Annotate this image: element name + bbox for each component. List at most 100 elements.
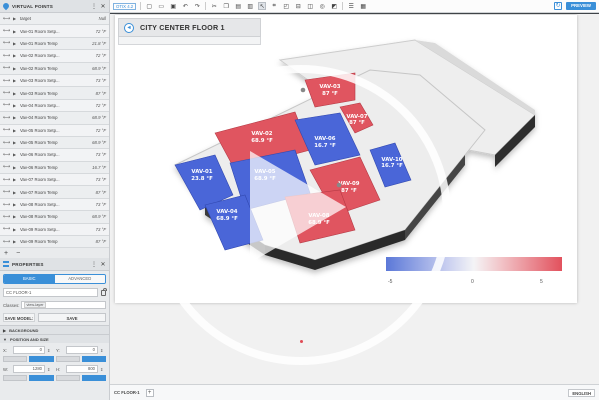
list-item[interactable]: ⟷ ▶ Vav-04 Room Setp... 72 °F — [0, 99, 109, 113]
tab-advanced[interactable]: ADVANCED — [54, 275, 105, 284]
list-item[interactable]: ⟷ ▶ Vav-03 Room Setp... 73 °F — [0, 74, 109, 88]
classes-field[interactable]: view-layer — [21, 301, 106, 310]
list-item[interactable]: ⟷ ▶ Vav-05 Room Setp... 72 °F — [0, 124, 109, 137]
h-input[interactable]: 800 — [66, 365, 98, 374]
expand-icon[interactable]: ▶ — [13, 128, 18, 133]
expand-icon[interactable]: ▶ — [13, 78, 18, 83]
close-icon[interactable]: ✕ — [100, 261, 106, 268]
list-item[interactable]: ⟷ ▶ Vav-04 Room Temp 68.9 °F — [0, 112, 109, 125]
list-item[interactable]: ⟷ ▶ Vav-01 Room Temp 21.8 °F — [0, 37, 109, 51]
language-select[interactable]: ENGLISH — [568, 388, 595, 397]
object-name-field[interactable]: CC FLOOR-1 — [3, 288, 98, 298]
expand-icon[interactable]: ▶ — [13, 202, 18, 207]
x-unit-px[interactable] — [3, 356, 28, 363]
floor-title-bar[interactable]: ◂ CITY CENTER FLOOR 1 — [118, 18, 261, 37]
expand-icon[interactable]: ▶ — [13, 53, 18, 58]
list-item[interactable]: ⟷ ▶ Vav-09 Room Temp 87 °F — [0, 236, 109, 249]
list-item[interactable]: ⟷ ▶ Vav-06 Room Temp 16.7 °F — [0, 161, 109, 175]
open-folder-icon[interactable]: ▭ — [157, 2, 165, 10]
list-item[interactable]: ⟷ ▶ Vav-03 Room Temp 87 °F — [0, 87, 109, 100]
canvas-workspace[interactable]: VAV-03 87 °F VAV-07 87 °F VAV-02 68.9 °F… — [110, 14, 599, 384]
undo-icon[interactable]: ↶ — [181, 2, 189, 10]
list-item[interactable]: ⟷ ▶ Vav-08 Room Temp 68.9 °F — [0, 211, 109, 224]
redo-icon[interactable]: ↷ — [193, 2, 201, 10]
expand-icon[interactable]: ▶ — [13, 29, 18, 34]
delete-icon[interactable]: ▥ — [246, 2, 254, 10]
scroll-indicator — [300, 340, 303, 343]
y-stepper-icon[interactable]: ⇕ — [100, 348, 105, 353]
expand-icon[interactable]: ▶ — [13, 103, 18, 108]
more-icon[interactable]: ⋮ — [91, 3, 97, 10]
y-unit-px[interactable] — [55, 356, 80, 363]
expand-icon[interactable]: ▶ — [13, 91, 18, 96]
expand-icon[interactable]: ▶ — [13, 177, 18, 182]
list-item[interactable]: ⟷ ▶ Vav-02 Room Setp... 72 °F — [0, 50, 109, 63]
background-section[interactable]: ▶ BACKGROUND — [0, 325, 109, 335]
expand-icon[interactable]: ▶ — [13, 66, 18, 71]
h-unit-px[interactable] — [55, 375, 80, 382]
list-item[interactable]: ⟷ ▶ Vav-02 Room Temp 68.9 °F — [0, 62, 109, 75]
select-tool-icon[interactable]: ↖ — [258, 2, 267, 10]
list-item[interactable]: ⟷ ▶ Vav-09 Room Setp... 73 °F — [0, 223, 109, 237]
expand-icon[interactable]: ▶ — [13, 140, 18, 145]
list-item[interactable]: ⟷ ▶ Vav-01 Room Setp... 72 °F — [0, 25, 109, 38]
list-item[interactable]: ⟷ ▶ Vav-06 Room Setp... 73 °F — [0, 149, 109, 162]
lock-icon[interactable] — [101, 287, 107, 296]
tab-basic[interactable]: BASIC — [4, 275, 55, 284]
add-floor-button[interactable]: + — [145, 388, 154, 397]
expand-icon[interactable]: ▶ — [13, 165, 18, 170]
h-stepper-icon[interactable]: ⇕ — [100, 367, 105, 372]
point-name: Vav-05 Room Setp... — [20, 127, 60, 133]
expand-icon[interactable]: ▶ — [13, 152, 18, 157]
x-stepper-icon[interactable]: ⇕ — [47, 348, 52, 353]
expand-icon[interactable]: ▶ — [13, 239, 18, 244]
h-unit-percent[interactable] — [81, 375, 106, 382]
expand-icon[interactable]: ▶ — [13, 227, 18, 232]
target-icon[interactable]: ◎ — [318, 2, 326, 10]
point-name: Vav-06 Room Setp... — [20, 152, 60, 158]
position-section[interactable]: ▼ POSITION AND SIZE — [0, 334, 109, 344]
copy-icon[interactable]: ❐ — [222, 2, 230, 10]
list-item[interactable]: ⟷ ▶ target Null — [0, 13, 109, 26]
expand-icon[interactable]: ▶ — [13, 41, 18, 46]
distribute-icon[interactable]: ⊟ — [294, 2, 302, 10]
cut-icon[interactable]: ✂ — [210, 2, 218, 10]
transform-icon[interactable]: ◰ — [282, 2, 290, 10]
w-unit-percent[interactable] — [29, 375, 54, 382]
preview-button[interactable]: PREVIEW — [566, 2, 596, 10]
x-unit-percent[interactable] — [29, 356, 54, 363]
more-icon[interactable]: ⋮ — [91, 261, 97, 268]
bring-front-icon[interactable]: ◩ — [330, 2, 338, 10]
new-file-icon[interactable]: ▢ — [145, 2, 153, 10]
remove-point-button[interactable]: − — [16, 250, 20, 257]
close-icon[interactable]: ✕ — [100, 3, 106, 10]
w-stepper-icon[interactable]: ⇕ — [47, 367, 52, 372]
w-unit-px[interactable] — [3, 375, 28, 382]
floor-tab[interactable]: CC FLOOR-1 — [114, 390, 140, 395]
list-item[interactable]: ⟷ ▶ Vav-07 Room Temp 87 °F — [0, 186, 109, 199]
save-button[interactable]: SAVE — [38, 313, 106, 323]
y-input[interactable]: 0 — [66, 346, 98, 355]
refresh-icon[interactable]: ↻ — [554, 2, 563, 10]
y-unit-percent[interactable] — [81, 356, 106, 363]
list-item[interactable]: ⟷ ▶ Vav-05 Room Temp 68.9 °F — [0, 136, 109, 150]
expand-icon[interactable]: ▶ — [13, 16, 18, 21]
save-icon[interactable]: ▣ — [169, 2, 177, 10]
expand-icon[interactable]: ▶ — [13, 115, 18, 120]
class-tag: view-layer — [24, 302, 46, 309]
group-icon[interactable]: ◫ — [306, 2, 314, 10]
expand-icon[interactable]: ▶ — [13, 190, 18, 195]
play-icon[interactable] — [250, 151, 346, 263]
expand-icon[interactable]: ▶ — [13, 214, 18, 219]
paste-icon[interactable]: ▤ — [234, 2, 242, 10]
point-name: Vav-02 Room Temp — [20, 65, 58, 71]
list-item[interactable]: ⟷ ▶ Vav-07 Room Setp... 73 °F — [0, 174, 109, 187]
add-point-button[interactable]: + — [4, 250, 8, 257]
home-icon[interactable]: ◂ — [124, 22, 134, 33]
x-input[interactable]: 0 — [13, 346, 45, 355]
w-input[interactable]: 1280 — [13, 365, 45, 374]
crop-icon[interactable]: ⌗ — [270, 2, 278, 10]
layers-icon[interactable]: ☰ — [347, 2, 355, 10]
grid-icon[interactable]: ▦ — [359, 2, 367, 10]
list-item[interactable]: ⟷ ▶ Vav-08 Room Setp... 73 °F — [0, 198, 109, 212]
